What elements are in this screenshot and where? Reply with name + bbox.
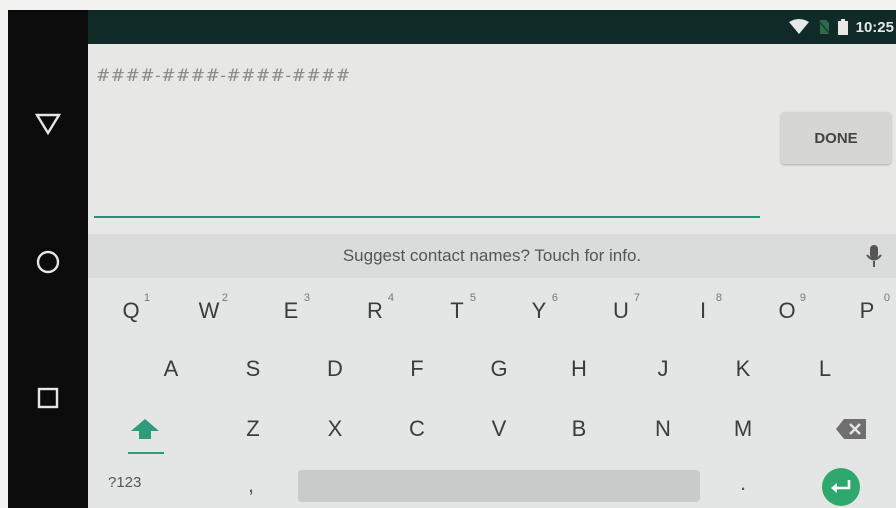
shift-underline xyxy=(128,452,164,454)
suggestion-text[interactable]: Suggest contact names? Touch for info. xyxy=(88,246,896,266)
key-a[interactable]: A xyxy=(148,344,194,394)
key-g[interactable]: G xyxy=(476,344,522,394)
key-v[interactable]: V xyxy=(476,404,522,454)
field-underline xyxy=(94,216,760,218)
wifi-icon xyxy=(788,19,809,34)
key-o[interactable]: O9 xyxy=(764,286,810,336)
comma-key[interactable]: , xyxy=(248,472,254,498)
key-m[interactable]: M xyxy=(720,404,766,454)
key-s[interactable]: S xyxy=(230,344,276,394)
key-b[interactable]: B xyxy=(556,404,602,454)
soft-keyboard: Suggest contact names? Touch for info. Q… xyxy=(88,234,896,508)
key-row-1: Q1 W2 E3 R4 T5 Y6 U7 I8 O9 P0 xyxy=(88,286,896,336)
no-sim-icon xyxy=(818,20,830,34)
text-entry-area: ####-####-####-#### DONE xyxy=(88,44,896,234)
key-hint: 5 xyxy=(469,292,476,304)
key-w[interactable]: W2 xyxy=(186,286,232,336)
key-q[interactable]: Q1 xyxy=(108,286,154,336)
space-bar[interactable] xyxy=(298,470,700,502)
key-k[interactable]: K xyxy=(720,344,766,394)
backspace-icon xyxy=(836,419,866,439)
navigation-bar xyxy=(8,10,88,508)
key-n[interactable]: N xyxy=(640,404,686,454)
enter-arrow-icon xyxy=(831,480,851,493)
key-f[interactable]: F xyxy=(394,344,440,394)
suggestion-strip[interactable]: Suggest contact names? Touch for info. xyxy=(88,234,896,278)
backspace-key[interactable] xyxy=(828,404,874,454)
key-hint: 4 xyxy=(387,292,394,304)
key-d[interactable]: D xyxy=(312,344,358,394)
key-t[interactable]: T5 xyxy=(434,286,480,336)
status-time: 10:25 xyxy=(855,18,894,36)
key-hint: 0 xyxy=(883,292,890,304)
key-hint: 6 xyxy=(551,292,558,304)
status-bar: 10:25 xyxy=(88,10,896,44)
done-button[interactable]: DONE xyxy=(781,112,891,164)
key-i[interactable]: I8 xyxy=(680,286,726,336)
key-p[interactable]: P0 xyxy=(844,286,890,336)
key-hint: 1 xyxy=(143,292,150,304)
battery-icon xyxy=(837,19,848,35)
key-y[interactable]: Y6 xyxy=(516,286,562,336)
key-z[interactable]: Z xyxy=(230,404,276,454)
shift-arrow-icon xyxy=(131,419,159,439)
recents-button[interactable] xyxy=(8,368,88,428)
period-key[interactable]: . xyxy=(740,470,746,496)
key-row-3: Z X C V B N M xyxy=(88,404,896,454)
recents-square-icon xyxy=(37,387,59,409)
key-e[interactable]: E3 xyxy=(268,286,314,336)
key-h[interactable]: H xyxy=(556,344,602,394)
back-button[interactable] xyxy=(8,94,88,154)
key-l[interactable]: L xyxy=(802,344,848,394)
enter-key[interactable] xyxy=(822,468,860,506)
key-x[interactable]: X xyxy=(312,404,358,454)
key-r[interactable]: R4 xyxy=(352,286,398,336)
key-hint: 2 xyxy=(221,292,228,304)
key-hint: 3 xyxy=(303,292,310,304)
phone-screen: 10:25 ####-####-####-#### DONE Suggest c… xyxy=(0,0,896,508)
key-u[interactable]: U7 xyxy=(598,286,644,336)
home-button[interactable] xyxy=(8,232,88,292)
key-row-2: A S D F G H J K L xyxy=(88,344,896,394)
shift-key[interactable] xyxy=(122,404,168,454)
key-j[interactable]: J xyxy=(640,344,686,394)
home-circle-icon xyxy=(36,250,60,274)
key-c[interactable]: C xyxy=(394,404,440,454)
symbols-key[interactable]: ?123 xyxy=(108,474,141,491)
key-hint: 8 xyxy=(715,292,722,304)
key-hint: 9 xyxy=(799,292,806,304)
key-hint: 7 xyxy=(633,292,640,304)
microphone-icon[interactable] xyxy=(866,244,882,268)
masked-number-field[interactable]: ####-####-####-#### xyxy=(96,66,351,86)
back-triangle-icon xyxy=(34,113,62,136)
